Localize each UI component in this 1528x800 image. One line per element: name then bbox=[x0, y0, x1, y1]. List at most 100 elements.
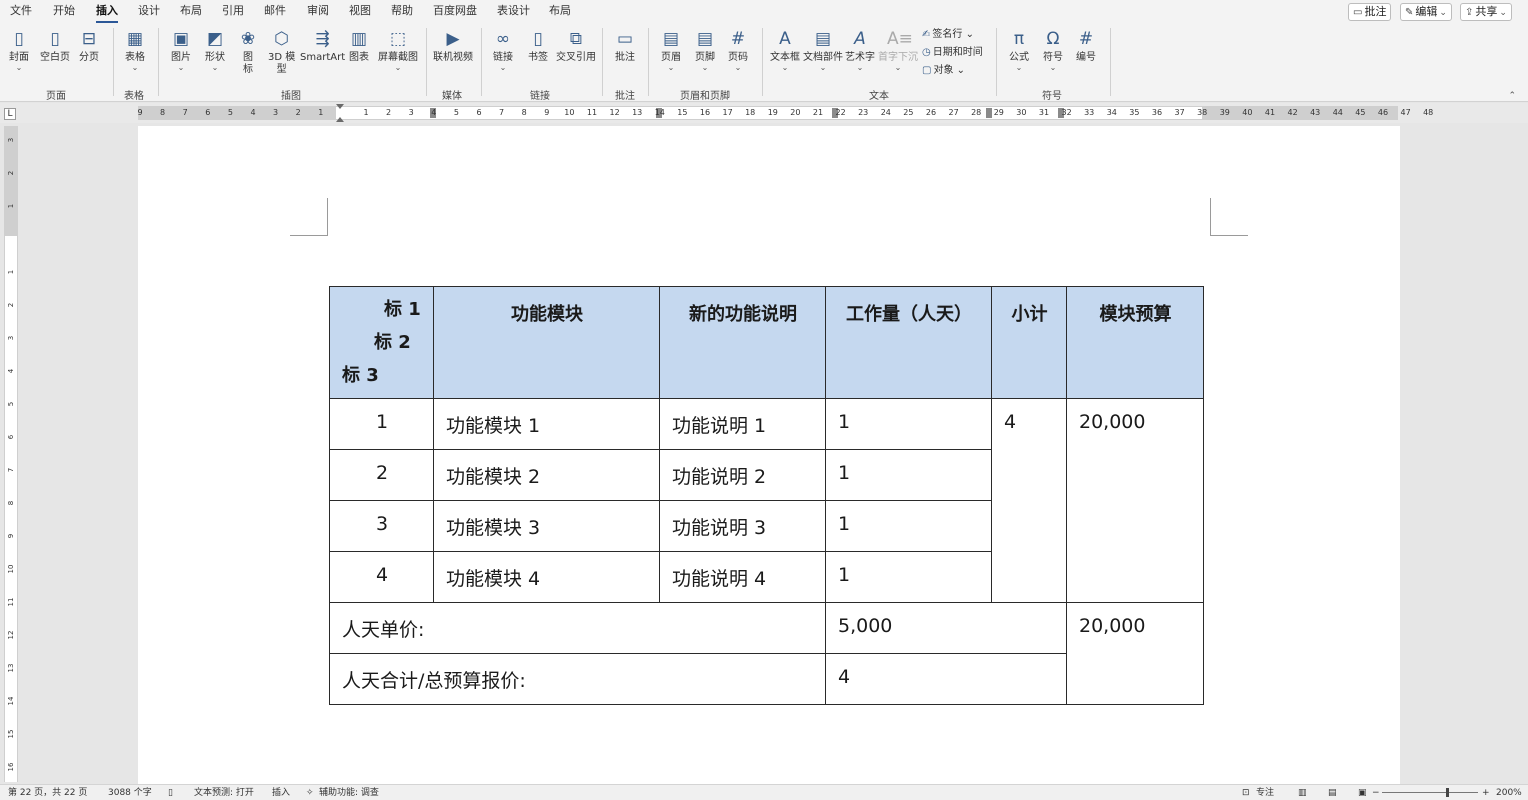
page-number-button[interactable]: # 页码 ⌄ bbox=[727, 28, 749, 72]
module-cell[interactable]: 功能模块 2 bbox=[433, 449, 660, 501]
menu-tab-insert[interactable]: 插入 bbox=[96, 0, 118, 23]
zoom-slider[interactable] bbox=[1382, 792, 1478, 793]
effort-cell[interactable]: 1 bbox=[825, 398, 992, 450]
module-cell[interactable]: 功能模块 4 bbox=[433, 551, 660, 603]
print-layout-icon[interactable]: ▤ bbox=[1328, 787, 1337, 799]
icons-button[interactable]: ❀ 图 标 bbox=[237, 28, 259, 76]
zoom-out-button[interactable]: − bbox=[1372, 787, 1380, 799]
header-cell-description[interactable]: 新的功能说明 bbox=[659, 286, 826, 399]
screenshot-button[interactable]: ⬚ 屏幕截图 ⌄ bbox=[378, 28, 418, 72]
cube-icon: ⬡ bbox=[274, 29, 290, 49]
effort-cell[interactable]: 1 bbox=[825, 449, 992, 501]
cover-page-button[interactable]: ▯ 封面 ⌄ bbox=[8, 28, 30, 72]
first-line-indent-marker[interactable] bbox=[336, 104, 344, 109]
subtotal-cell[interactable]: 4 bbox=[991, 398, 1067, 603]
total-label-cell[interactable]: 人天合计/总预算报价: bbox=[329, 653, 826, 705]
row-number-cell[interactable]: 4 bbox=[329, 551, 434, 603]
menu-tab-mailings[interactable]: 邮件 bbox=[264, 0, 286, 22]
word-count[interactable]: 3088 个字 bbox=[108, 787, 152, 799]
grand-total-cell[interactable]: 20,000 bbox=[1066, 602, 1204, 705]
diagonal-header-cell[interactable]: 标 1 标 2 标 3 bbox=[329, 286, 434, 399]
collapse-ribbon-icon[interactable]: ⌃ bbox=[1508, 91, 1516, 101]
header-cell-module[interactable]: 功能模块 bbox=[433, 286, 660, 399]
chart-button[interactable]: ▥ 图表 bbox=[348, 28, 370, 64]
header-button[interactable]: ▤ 页眉 ⌄ bbox=[660, 28, 682, 72]
menu-tab-view[interactable]: 视图 bbox=[349, 0, 371, 22]
numbering-button[interactable]: # 编号 bbox=[1075, 28, 1097, 64]
quick-parts-button[interactable]: ▤ 文档部件 ⌄ bbox=[803, 28, 843, 72]
3d-models-button[interactable]: ⬡ 3D 模 型 bbox=[268, 28, 295, 76]
menu-tab-review[interactable]: 审阅 bbox=[307, 0, 329, 22]
menu-tab-help[interactable]: 帮助 bbox=[391, 0, 413, 22]
unit-price-label-cell[interactable]: 人天单价: bbox=[329, 602, 826, 654]
date-time-button[interactable]: ◷ 日期和时间 bbox=[922, 46, 983, 60]
table-button[interactable]: ▦ 表格 ⌄ bbox=[124, 28, 146, 72]
module-cell[interactable]: 功能模块 1 bbox=[433, 398, 660, 450]
equation-button[interactable]: π 公式 ⌄ bbox=[1008, 28, 1030, 72]
menu-tab-layout[interactable]: 布局 bbox=[180, 0, 202, 22]
total-value-cell[interactable]: 4 bbox=[825, 653, 1067, 705]
comments-button[interactable]: ▭ 批注 bbox=[1348, 3, 1392, 21]
menu-tab-home[interactable]: 开始 bbox=[53, 0, 75, 22]
menu-tab-table-design[interactable]: 表设计 bbox=[497, 0, 530, 22]
wordart-button[interactable]: A 艺术字 ⌄ bbox=[845, 28, 875, 72]
row-number-cell[interactable]: 2 bbox=[329, 449, 434, 501]
hanging-indent-marker[interactable] bbox=[336, 117, 344, 122]
zoom-level[interactable]: 200% bbox=[1496, 787, 1522, 799]
accessibility-status[interactable]: 辅助功能: 调查 bbox=[319, 787, 379, 799]
smartart-button[interactable]: ⇶ SmartArt bbox=[300, 28, 345, 64]
drop-cap-button[interactable]: A≡ 首字下沉 ⌄ bbox=[878, 28, 918, 72]
horizontal-ruler[interactable]: 9 8 7 6 5 4 3 2 1 1 2 3 4 5 6 7 8 9 10 11 12 13 14 15 16 17 18 19 20… bbox=[137, 106, 1433, 120]
focus-mode-button[interactable]: 专注 bbox=[1256, 787, 1274, 799]
effort-cell[interactable]: 1 bbox=[825, 551, 992, 603]
ruler-tick-label: 8 bbox=[521, 108, 527, 117]
online-video-button[interactable]: ▶ 联机视频 bbox=[433, 28, 473, 64]
footer-button[interactable]: ▤ 页脚 ⌄ bbox=[694, 28, 716, 72]
zoom-in-button[interactable]: + bbox=[1482, 787, 1490, 799]
web-layout-icon[interactable]: ▣ bbox=[1358, 787, 1367, 799]
description-cell[interactable]: 功能说明 1 bbox=[659, 398, 826, 450]
bookmark-button[interactable]: ▯ 书签 bbox=[527, 28, 549, 64]
shapes-button[interactable]: ◩ 形状 ⌄ bbox=[204, 28, 226, 72]
insert-mode-status[interactable]: 插入 bbox=[272, 787, 290, 799]
menu-tab-references[interactable]: 引用 bbox=[222, 0, 244, 22]
link-button[interactable]: ∞ 链接 ⌄ bbox=[492, 28, 514, 72]
page-count[interactable]: 第 22 页，共 22 页 bbox=[8, 787, 87, 799]
description-cell[interactable]: 功能说明 2 bbox=[659, 449, 826, 501]
header-cell-subtotal[interactable]: 小计 bbox=[991, 286, 1067, 399]
zoom-slider-thumb[interactable] bbox=[1446, 788, 1449, 797]
module-cell[interactable]: 功能模块 3 bbox=[433, 500, 660, 552]
vertical-ruler[interactable]: 3 2 1 1 2 3 4 5 6 7 8 9 10 11 12 13 14 15 16 bbox=[4, 126, 18, 782]
object-button[interactable]: ▢ 对象 ⌄ bbox=[922, 64, 965, 78]
column-marker[interactable] bbox=[986, 108, 992, 118]
row-number-cell[interactable]: 1 bbox=[329, 398, 434, 450]
menu-tab-file[interactable]: 文件 bbox=[10, 0, 32, 22]
menu-tab-table-layout[interactable]: 布局 bbox=[549, 0, 571, 22]
header-cell-budget[interactable]: 模块预算 bbox=[1066, 286, 1204, 399]
picture-button[interactable]: ▣ 图片 ⌄ bbox=[170, 28, 192, 72]
blank-page-button[interactable]: ▯ 空白页 bbox=[40, 28, 70, 64]
read-mode-icon[interactable]: ▥ bbox=[1298, 787, 1307, 799]
row-number-cell[interactable]: 3 bbox=[329, 500, 434, 552]
text-prediction-status[interactable]: 文本预测: 打开 bbox=[194, 787, 254, 799]
budget-table[interactable]: 标 1 标 2 标 3 功能模块 新的功能说明 工作量（人天） 小计 模块预算 … bbox=[329, 286, 1204, 705]
menu-tab-design[interactable]: 设计 bbox=[138, 0, 160, 22]
new-comment-button[interactable]: ▭ 批注 bbox=[614, 28, 636, 64]
effort-cell[interactable]: 1 bbox=[825, 500, 992, 552]
editing-mode-button[interactable]: ✎ 编辑 ⌄ bbox=[1400, 3, 1452, 21]
tab-selector[interactable]: L bbox=[4, 108, 16, 120]
share-button[interactable]: ⇪ 共享 ⌄ bbox=[1460, 3, 1512, 21]
textbox-button[interactable]: A 文本框 ⌄ bbox=[770, 28, 800, 72]
description-cell[interactable]: 功能说明 4 bbox=[659, 551, 826, 603]
page-break-button[interactable]: ⊟ 分页 bbox=[78, 28, 100, 64]
chevron-down-icon: ⌄ bbox=[499, 63, 507, 72]
module-budget-cell[interactable]: 20,000 bbox=[1066, 398, 1204, 603]
description-cell[interactable]: 功能说明 3 bbox=[659, 500, 826, 552]
signature-line-button[interactable]: ✍ 签名行 ⌄ bbox=[922, 28, 974, 42]
unit-price-value-cell[interactable]: 5,000 bbox=[825, 602, 1067, 654]
menu-tab-baidu-netdisk[interactable]: 百度网盘 bbox=[433, 0, 477, 22]
proofing-icon[interactable]: ▯ bbox=[168, 787, 173, 799]
header-cell-effort[interactable]: 工作量（人天） bbox=[825, 286, 992, 399]
cross-reference-button[interactable]: ⧉ 交叉引用 bbox=[556, 28, 596, 64]
symbol-button[interactable]: Ω 符号 ⌄ bbox=[1042, 28, 1064, 72]
